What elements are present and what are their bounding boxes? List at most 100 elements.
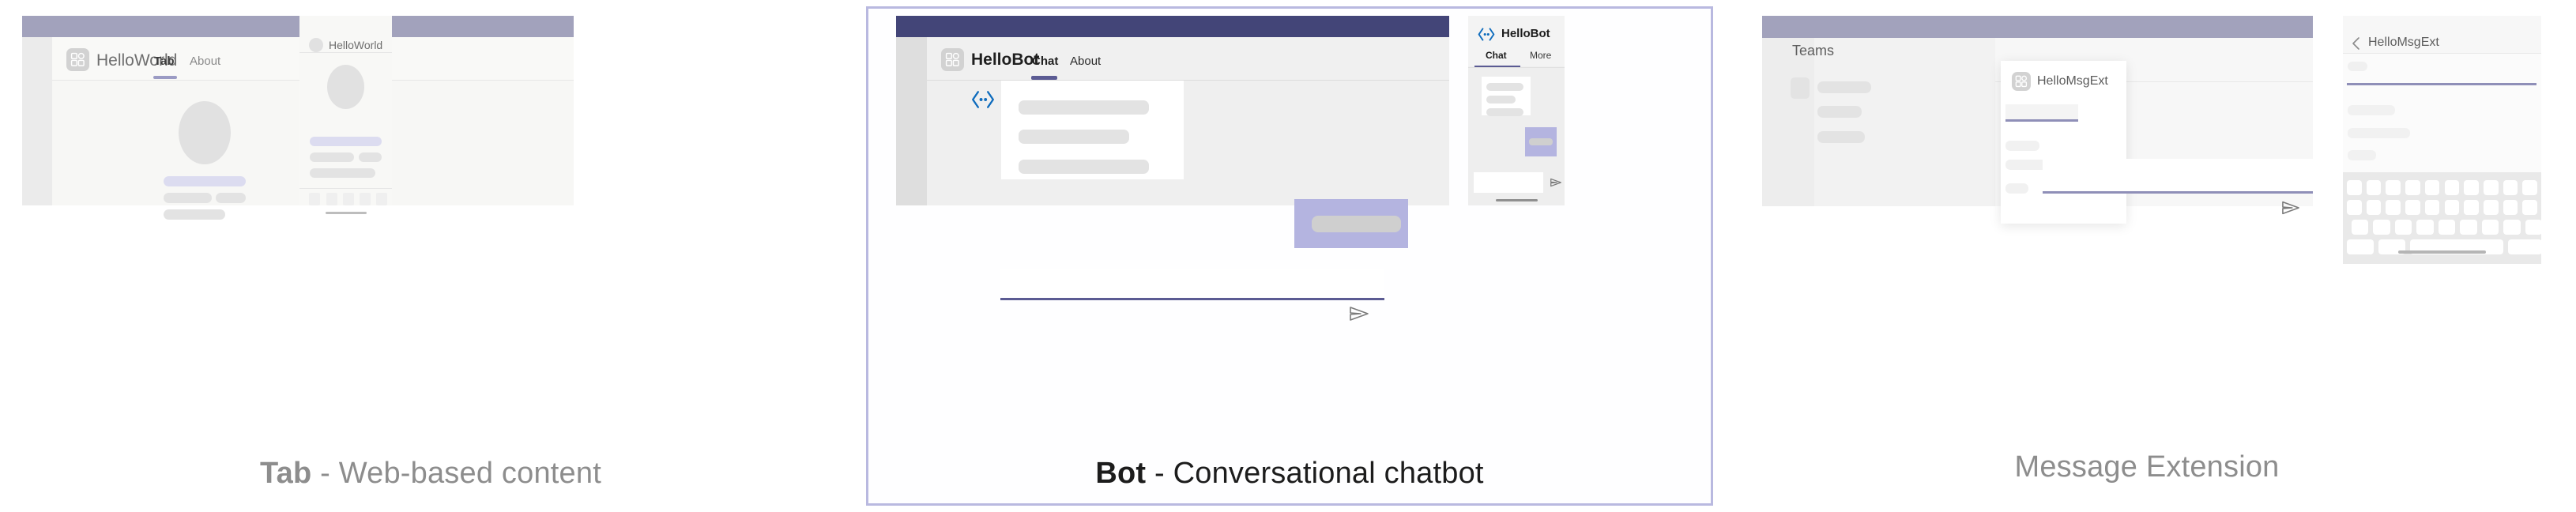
caption-bot-strong: Bot (1095, 457, 1147, 490)
caption-tab-strong: Tab (260, 457, 312, 490)
tab-desktop-app-rail (22, 37, 52, 205)
keyboard-key[interactable] (2347, 239, 2374, 254)
sidebar-placeholder-item[interactable] (1817, 106, 1862, 118)
keyboard-key[interactable] (2352, 220, 2369, 235)
keyboard-key[interactable] (2464, 180, 2479, 195)
keyboard-key[interactable] (2464, 200, 2479, 215)
message-placeholder-line (1019, 160, 1149, 174)
msgext-compose-box[interactable] (2043, 159, 2313, 194)
message-placeholder-line (1486, 83, 1523, 91)
bot-desktop-tab-item-chat[interactable]: Chat (1032, 55, 1058, 68)
caption-tab-rest: - Web-based content (311, 457, 601, 490)
user-message-bubble (1525, 127, 1557, 156)
bot-desktop-tab-item-about[interactable]: About (1070, 55, 1101, 68)
msgext-result-item[interactable] (2005, 141, 2039, 151)
bot-mobile-tab-item-more[interactable]: More (1530, 50, 1551, 61)
message-placeholder-line (1019, 100, 1149, 115)
caption-message-extension: Message Extension (1718, 450, 2576, 484)
msgext-mobile-result-item[interactable] (2348, 105, 2395, 115)
keyboard-key[interactable] (2424, 180, 2440, 195)
tab-desktop-mock: HelloWorld Tab About (22, 16, 574, 220)
keyboard-key[interactable] (2405, 180, 2420, 195)
keyboard-key[interactable] (2444, 200, 2460, 215)
msgext-search-input[interactable] (2005, 104, 2078, 122)
msgext-result-item[interactable] (2005, 183, 2028, 194)
msgext-sidebar (1814, 38, 1995, 206)
content-placeholder-bar (164, 193, 212, 203)
send-paperplane-icon[interactable] (1550, 177, 1562, 188)
msgext-desktop-titlebar (1762, 16, 2313, 38)
keyboard-key[interactable] (2508, 239, 2542, 254)
keyboard-key[interactable] (2503, 200, 2518, 215)
bot-desktop-app-rail (896, 37, 927, 205)
bottom-nav-item[interactable] (376, 193, 387, 205)
keyboard-key[interactable] (2394, 220, 2412, 235)
send-paperplane-icon[interactable] (2280, 199, 2301, 216)
content-placeholder-bar (164, 209, 225, 220)
keyboard-key[interactable] (2405, 200, 2420, 215)
bottom-nav-item[interactable] (360, 193, 371, 205)
keyboard-key[interactable] (2366, 180, 2382, 195)
content-placeholder-bar (310, 137, 382, 146)
divider (299, 188, 392, 189)
bot-message-input[interactable] (1000, 269, 1384, 300)
panel-bot[interactable]: HelloBot Chat About HelloBot Chat More B… (866, 0, 1713, 512)
panel-tab[interactable]: HelloWorld Tab About HelloWorld Tab - We… (0, 0, 861, 512)
keyboard-key[interactable] (2481, 220, 2499, 235)
keyboard-key[interactable] (2424, 200, 2440, 215)
keyboard-key[interactable] (2416, 220, 2434, 235)
msgext-popup-card: HelloMsgExt (2001, 61, 2126, 224)
keyboard-key[interactable] (2444, 180, 2460, 195)
msgext-mobile-input-underline[interactable] (2347, 83, 2536, 85)
keyboard-key[interactable] (2386, 200, 2401, 215)
keyboard-key[interactable] (2366, 200, 2382, 215)
keyboard-key[interactable] (2483, 200, 2499, 215)
keyboard-key[interactable] (2522, 200, 2537, 215)
bot-mobile-message-input[interactable] (1474, 172, 1543, 193)
keyboard-key[interactable] (2347, 180, 2362, 195)
tab-mobile-mock: HelloWorld (299, 16, 392, 214)
team-avatar (1791, 77, 1810, 99)
bottom-nav-item[interactable] (326, 193, 337, 205)
content-placeholder-bar (164, 176, 246, 186)
bot-mobile-mock: HelloBot Chat More (1468, 16, 1565, 205)
panel-message-extension[interactable]: Teams HelloMsgExt HelloMsgExt Message Ex… (1718, 0, 2576, 512)
bot-message-card (1001, 81, 1184, 179)
content-placeholder-bar (310, 168, 375, 178)
msgext-mobile-mock: HelloMsgExt (2343, 16, 2542, 264)
chevron-left-icon[interactable] (2351, 36, 2362, 51)
sidebar-placeholder-item[interactable] (1817, 131, 1865, 143)
content-placeholder-bar (216, 193, 246, 203)
keyboard-key[interactable] (2525, 220, 2542, 235)
circle-avatar-icon (309, 38, 323, 52)
keyboard-key[interactable] (2522, 180, 2537, 195)
keyboard-key[interactable] (2386, 180, 2401, 195)
message-placeholder-line (1529, 138, 1553, 145)
msgext-mobile-result-item[interactable] (2348, 128, 2410, 138)
msgext-mobile-result-item[interactable] (2348, 150, 2376, 160)
keyboard-key[interactable] (2460, 220, 2477, 235)
tab-mobile-app-name: HelloWorld (329, 39, 383, 51)
keyboard-key[interactable] (2438, 220, 2456, 235)
msgext-mobile-field-placeholder (2348, 62, 2367, 71)
sidebar-placeholder-item[interactable] (1817, 81, 1871, 93)
tab-desktop-tab-item-tab[interactable]: Tab (154, 55, 175, 68)
keyboard-key[interactable] (2483, 180, 2499, 195)
tab-desktop-tab-item-about[interactable]: About (190, 55, 220, 68)
bottom-nav-item[interactable] (309, 193, 320, 205)
teams-app-grid-icon (941, 48, 964, 71)
msgext-sidebar-title: Teams (1792, 43, 1835, 58)
bot-desktop-titlebar (896, 16, 1449, 37)
msgext-popup-title: HelloMsgExt (2037, 74, 2108, 88)
keyboard-key[interactable] (2373, 220, 2390, 235)
send-paperplane-icon[interactable] (1348, 304, 1370, 323)
bottom-nav-item[interactable] (343, 193, 354, 205)
message-placeholder-line (1486, 108, 1523, 116)
caption-msgext-rest: Message Extension (2014, 450, 2280, 484)
bot-mobile-tab-item-chat[interactable]: Chat (1486, 50, 1507, 61)
msgext-app-rail (1762, 38, 1814, 206)
keyboard-key[interactable] (2503, 180, 2518, 195)
home-indicator (1496, 199, 1538, 201)
keyboard-key[interactable] (2503, 220, 2521, 235)
keyboard-key[interactable] (2347, 200, 2362, 215)
